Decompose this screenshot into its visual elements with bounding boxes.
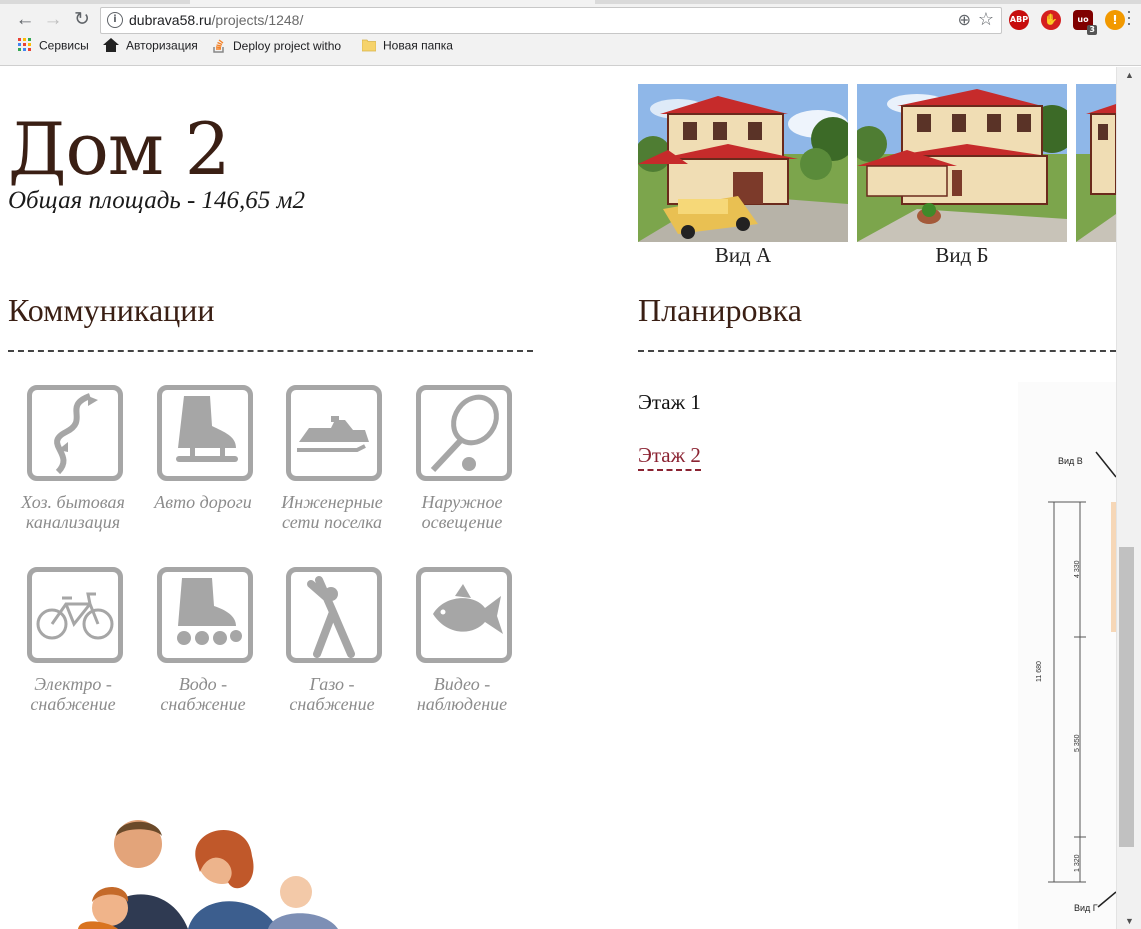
comm-label-line2: канализация (25, 512, 121, 532)
warning-icon[interactable]: ! (1105, 10, 1125, 30)
folder-icon (361, 38, 377, 55)
plan-dim-c: 1 320 (1074, 854, 1081, 872)
comm-label: Электро - снабжение (8, 674, 138, 714)
plan-dim-a: 4 330 (1074, 560, 1081, 578)
comm-label-line1: Наружное (421, 492, 503, 512)
bookmark-auth[interactable]: Авторизация (103, 38, 198, 62)
page-title: Дом 2 (8, 107, 231, 191)
back-arrow-icon[interactable]: ← (14, 9, 36, 31)
menu-dots-icon[interactable]: · · · (1124, 2, 1134, 32)
fish-icon (416, 567, 512, 663)
view-b-caption: Вид Б (935, 243, 989, 267)
stop-hand-icon[interactable]: ✋ (1041, 10, 1061, 30)
bookmark-new-folder[interactable]: Новая папка (361, 38, 453, 62)
comm-label-line2: снабжение (160, 694, 246, 714)
comm-label-line1: Газо - (309, 674, 355, 694)
plan-dim-total: 11 680 (1036, 661, 1043, 682)
communications-divider (8, 350, 533, 352)
comm-label: Инженерные сети поселка (267, 492, 397, 532)
house-view-c-image[interactable] (1076, 84, 1116, 242)
planning-heading: Планировка (638, 292, 802, 328)
comm-label: Хоз. бытовая канализация (8, 492, 138, 532)
scroll-down-arrow-icon[interactable]: ▼ (1125, 916, 1134, 926)
comm-label-line2: освещение (421, 512, 503, 532)
url-path: /projects/1248/ (211, 12, 304, 28)
view-a[interactable]: Вид А (638, 84, 848, 268)
bookmark-label: Авторизация (126, 38, 198, 53)
comm-label-line2: наблюдение (416, 694, 508, 714)
ice-skate-icon (157, 385, 253, 481)
bookmark-label: Deploy project witho (233, 39, 342, 54)
floor-1-link[interactable]: Этаж 1 (638, 390, 701, 415)
family-photo (38, 812, 358, 929)
ski-slope-icon (27, 385, 123, 481)
planning-divider (638, 350, 1116, 352)
active-tab[interactable] (190, 0, 595, 4)
snowmobile-icon (286, 385, 382, 481)
bookmark-star-icon[interactable]: ☆ (978, 9, 994, 30)
bicycle-icon (27, 567, 123, 663)
page-content: Дом 2 Общая площадь - 146,65 м2 Вид А Ви… (8, 67, 1116, 929)
comm-label-line1: Хоз. бытовая (21, 492, 125, 512)
tennis-racket-icon (416, 385, 512, 481)
bookmark-label: Новая папка (383, 38, 453, 53)
ublock-badge: 3 (1087, 25, 1097, 35)
tab-strip (0, 0, 1141, 4)
comm-label-line1: Электро - (34, 674, 112, 694)
ublock-label: uo (1077, 15, 1089, 24)
abp-icon[interactable]: ABP (1009, 10, 1029, 30)
yoga-icon (286, 567, 382, 663)
home-icon (103, 38, 119, 55)
comm-label: Наружное освещение (397, 492, 527, 532)
bookmark-services[interactable]: Сервисы (18, 38, 89, 62)
forward-arrow-icon[interactable]: → (42, 9, 64, 31)
bookmarks-bar: Сервисы Авторизация Deploy project witho… (0, 38, 1141, 62)
comm-label-line1: Инженерные (281, 492, 383, 512)
floor-2-link[interactable]: Этаж 2 (638, 443, 701, 471)
comm-label-line1: Водо - (178, 674, 228, 694)
stackoverflow-icon (212, 38, 226, 56)
plan-dim-b: 5 350 (1074, 734, 1081, 752)
view-a-caption: Вид А (714, 243, 772, 267)
comm-label: Газо - снабжение (267, 674, 397, 714)
floor-plan[interactable]: Вид В Вид Г 11 680 4 330 5 350 1 320 (1018, 382, 1116, 929)
scroll-up-arrow-icon[interactable]: ▲ (1125, 70, 1134, 80)
comm-label: Авто дороги (138, 492, 268, 512)
plan-label-view-g: Вид Г (1074, 903, 1098, 913)
apps-grid-icon (18, 38, 32, 55)
comm-label-line1: Видео - (433, 674, 491, 694)
zoom-icon[interactable]: ⊕ (958, 10, 971, 30)
bookmark-label: Сервисы (39, 38, 89, 53)
ublock-icon[interactable]: uo 3 (1073, 10, 1097, 35)
bookmark-deploy[interactable]: Deploy project witho (212, 38, 341, 62)
comm-label-line2: сети поселка (281, 512, 383, 532)
total-area: Общая площадь - 146,65 м2 (8, 187, 305, 214)
comm-label-line2: снабжение (289, 694, 375, 714)
house-view-b-image[interactable] (857, 84, 1067, 242)
view-c-partial[interactable] (1076, 84, 1116, 242)
address-bar[interactable]: i dubrava58.ru/projects/1248/ ⊕ ☆ (100, 7, 1002, 34)
house-view-a-image[interactable] (638, 84, 848, 242)
reload-icon[interactable]: ↻ (71, 9, 93, 31)
site-info-icon[interactable]: i (107, 12, 123, 28)
browser-chrome: ← → ↻ i dubrava58.ru/projects/1248/ ⊕ ☆ … (0, 0, 1141, 66)
comm-label-line2: снабжение (30, 694, 116, 714)
scrollbar-thumb[interactable] (1119, 547, 1134, 847)
comm-label: Водо - снабжение (138, 674, 268, 714)
roller-skate-icon (157, 567, 253, 663)
vertical-scrollbar[interactable]: ▲ ▼ (1116, 67, 1141, 929)
plan-label-view-v: Вид В (1058, 456, 1083, 466)
comm-label-line1: Авто дороги (154, 492, 252, 512)
url-host: dubrava58.ru (129, 12, 212, 28)
comm-label: Видео - наблюдение (397, 674, 527, 714)
url-text[interactable]: dubrava58.ru/projects/1248/ (129, 12, 303, 28)
view-b[interactable]: Вид Б (857, 84, 1067, 268)
communications-heading: Коммуникации (8, 292, 215, 328)
